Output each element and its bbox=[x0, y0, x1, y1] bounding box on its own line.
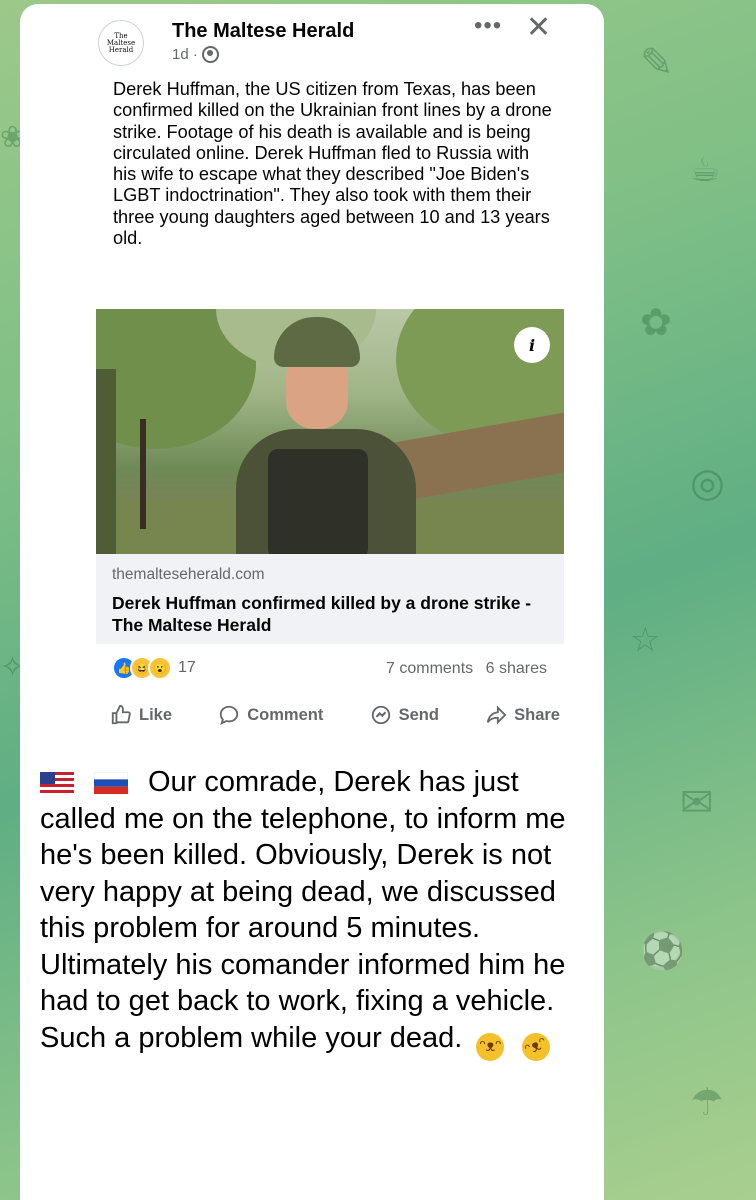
share-button[interactable]: Share bbox=[485, 704, 560, 726]
wow-reaction-icon: 😮 bbox=[148, 656, 172, 680]
globe-icon bbox=[201, 46, 219, 63]
chat-background-doodle: ☂ bbox=[690, 1080, 725, 1124]
link-title[interactable]: Derek Huffman confirmed killed by a dron… bbox=[112, 592, 552, 636]
post-photo[interactable]: i bbox=[96, 309, 564, 554]
laughing-emoji-icon: ᵔᴥᵔ bbox=[476, 1032, 505, 1061]
action-bar: Like Comment Send Share bbox=[110, 704, 560, 726]
share-icon bbox=[486, 705, 507, 725]
comments-count[interactable]: 7 comments bbox=[386, 660, 473, 677]
link-domain: themalteseherald.com bbox=[112, 566, 265, 583]
page-logo[interactable]: The Maltese Herald bbox=[98, 20, 144, 66]
chat-background-doodle: ◎ bbox=[690, 460, 725, 506]
close-icon[interactable]: ✕ bbox=[526, 10, 551, 45]
us-flag-icon bbox=[40, 772, 74, 795]
reactions-summary[interactable]: 👍 😆 😮 17 bbox=[112, 656, 196, 680]
shares-count[interactable]: 6 shares bbox=[486, 660, 547, 677]
send-button[interactable]: Send bbox=[370, 704, 439, 726]
chat-background-doodle: ✎ bbox=[640, 40, 674, 86]
message-text: Our comrade, Derek has just called me on… bbox=[40, 766, 566, 1054]
facebook-post-screenshot: The Maltese Herald The Maltese Herald 1d… bbox=[78, 4, 566, 744]
messenger-icon bbox=[371, 705, 390, 725]
comment-button[interactable]: Comment bbox=[218, 704, 323, 726]
rolling-laughing-emoji-icon: ᵔᴥᵔ bbox=[517, 1027, 555, 1066]
info-button[interactable]: i bbox=[514, 327, 550, 363]
post-body: Derek Huffman, the US citizen from Texas… bbox=[113, 79, 552, 249]
like-button[interactable]: Like bbox=[110, 704, 172, 726]
engagement-stats: 7 comments 6 shares bbox=[378, 660, 547, 678]
link-preview[interactable]: themalteseherald.com Derek Huffman confi… bbox=[96, 554, 564, 644]
chat-background-doodle: ☕ bbox=[690, 150, 721, 190]
more-options-icon[interactable]: ••• bbox=[474, 12, 502, 40]
post-meta: 1d · bbox=[172, 46, 219, 63]
reaction-count: 17 bbox=[178, 659, 196, 676]
page-name[interactable]: The Maltese Herald bbox=[172, 20, 354, 43]
chat-background-doodle: ✉ bbox=[680, 780, 714, 826]
message-text-block: Our comrade, Derek has just called me on… bbox=[40, 764, 600, 1066]
post-time[interactable]: 1d · bbox=[172, 46, 198, 63]
chat-background-doodle: ⚽ bbox=[640, 931, 685, 972]
comment-icon bbox=[220, 705, 239, 726]
chat-background-doodle: ✿ bbox=[640, 300, 672, 344]
thumbs-up-icon bbox=[111, 704, 131, 725]
message-bubble: The Maltese Herald The Maltese Herald 1d… bbox=[20, 4, 604, 1200]
russia-flag-icon bbox=[94, 772, 128, 795]
chat-background-doodle: ☆ bbox=[630, 620, 661, 660]
